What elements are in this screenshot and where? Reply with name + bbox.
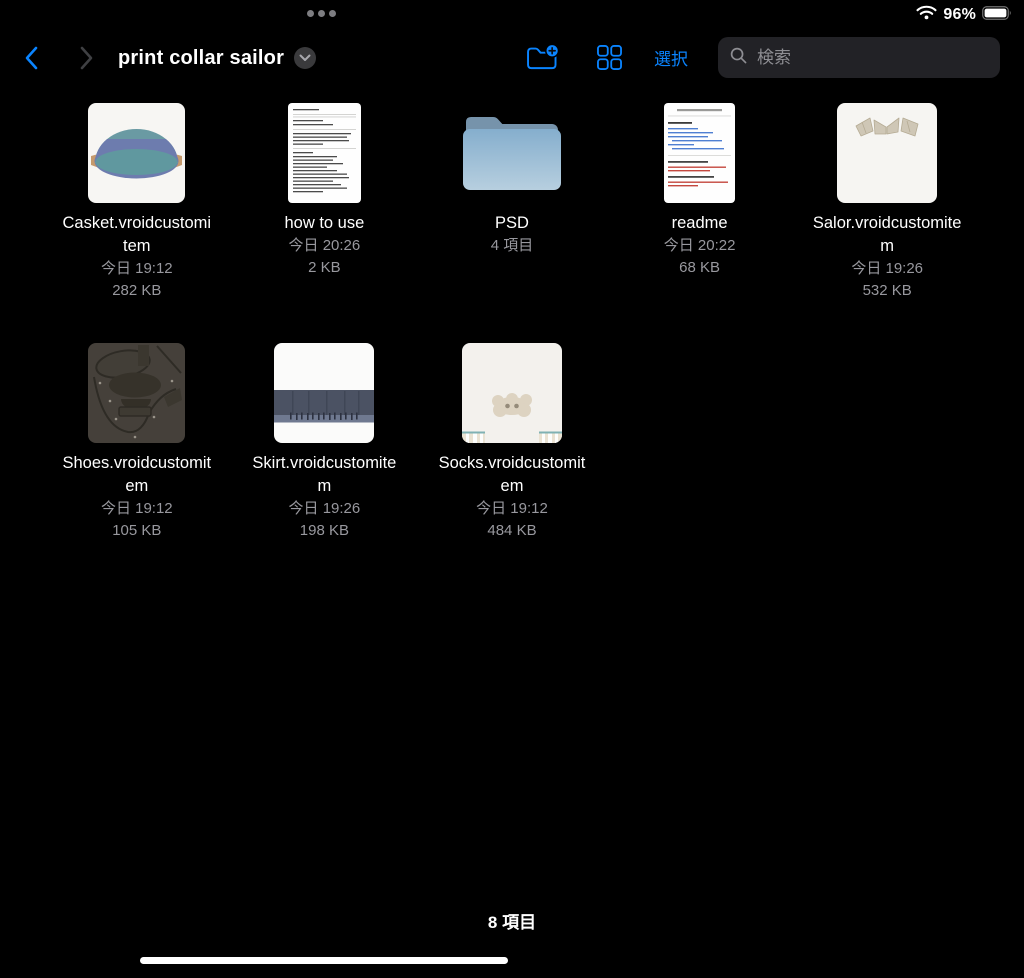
file-date: 今日 20:22 [663, 237, 736, 254]
new-folder-icon [527, 44, 559, 70]
file-date: 今日 19:12 [100, 500, 173, 517]
readme-doc-art [668, 109, 732, 187]
file-name: Skirt.vroidcustomitem [252, 454, 397, 495]
file-item-shoes[interactable]: Shoes.vroidcustomitem 今日 19:12 105 KB [43, 343, 231, 583]
file-size: 484 KB [487, 522, 537, 539]
file-date: 今日 19:26 [851, 260, 924, 277]
file-name: Casket.vroidcustomitem [62, 214, 212, 255]
wifi-icon [916, 5, 937, 25]
text-doc-thumbnail[interactable] [287, 103, 361, 203]
file-name: Shoes.vroidcustomitem [62, 454, 212, 495]
shoes-thumbnail[interactable] [88, 343, 186, 443]
chevron-left-icon [25, 46, 38, 70]
file-size: 282 KB [112, 282, 162, 299]
casket-thumbnail[interactable] [88, 103, 186, 203]
status-bar-right: 96% [916, 5, 1012, 25]
title-menu-button[interactable] [294, 47, 317, 69]
file-item-folder[interactable]: PSD 4 項目 [418, 103, 606, 343]
file-name: Socks.vroidcustomitem [438, 454, 586, 495]
ellipsis-dot-icon [329, 10, 336, 17]
file-name: readme [671, 214, 728, 232]
battery-percent: 96% [943, 6, 976, 23]
file-date: 今日 20:26 [288, 237, 361, 254]
salor-thumbnail[interactable] [837, 103, 938, 203]
socks-art [461, 393, 562, 443]
ellipsis-dot-icon [307, 10, 314, 17]
nav-left-group: print collar sailor [24, 43, 317, 73]
ellipsis-dot-icon [318, 10, 325, 17]
file-size: 68 KB [679, 259, 721, 276]
home-indicator[interactable] [140, 957, 508, 964]
file-item-text-doc[interactable]: how to use 今日 20:26 2 KB [231, 103, 419, 343]
folder-title: print collar sailor [118, 46, 285, 69]
file-size: 198 KB [299, 522, 349, 539]
item-count: 8 項目 [487, 913, 537, 932]
file-name: how to use [284, 214, 365, 232]
skirt-thumbnail[interactable] [274, 343, 375, 443]
nav-right-group: 選択 [526, 37, 1000, 78]
search-field[interactable] [718, 37, 1000, 78]
search-input[interactable] [755, 46, 988, 69]
salor-art [855, 117, 919, 137]
file-date: 今日 19:26 [288, 500, 361, 517]
file-item-skirt[interactable]: Skirt.vroidcustomitem 今日 19:26 198 KB [231, 343, 419, 583]
file-item-socks[interactable]: Socks.vroidcustomitem 今日 19:12 484 KB [418, 343, 606, 583]
socks-thumbnail[interactable] [461, 343, 562, 443]
file-date: 4 項目 [490, 237, 534, 254]
view-toggle-button[interactable] [597, 45, 622, 70]
battery-icon [982, 5, 1012, 25]
text-doc-art [292, 109, 356, 193]
file-size: 2 KB [308, 259, 341, 276]
search-icon [730, 47, 747, 69]
file-size: 105 KB [112, 522, 162, 539]
multitask-indicator[interactable] [307, 10, 336, 17]
skirt-art [274, 390, 375, 423]
file-date: 今日 19:12 [100, 260, 173, 277]
grid-view-icon [597, 45, 622, 70]
folder-thumbnail[interactable] [462, 103, 562, 203]
readme-doc-thumbnail[interactable] [664, 103, 736, 203]
file-item-casket[interactable]: Casket.vroidcustomitem 今日 19:12 282 KB [43, 103, 231, 343]
file-name: Salor.vroidcustomitem [812, 214, 962, 255]
file-item-salor[interactable]: Salor.vroidcustomitem 今日 19:26 532 KB [793, 103, 981, 343]
new-folder-button[interactable] [526, 44, 559, 71]
chevron-right-icon [80, 46, 93, 70]
file-date: 今日 19:12 [476, 500, 548, 517]
forward-button[interactable] [80, 46, 94, 70]
file-grid: Casket.vroidcustomitem 今日 19:12 282 KB h… [43, 103, 981, 583]
file-size: 532 KB [862, 282, 912, 299]
casket-art [91, 129, 183, 179]
folder-icon [462, 117, 561, 190]
shoes-art [93, 345, 183, 439]
back-button[interactable] [24, 46, 38, 70]
select-button[interactable]: 選択 [654, 45, 688, 70]
chevron-down-icon [299, 54, 311, 61]
file-item-readme-doc[interactable]: readme 今日 20:22 68 KB [606, 103, 794, 343]
file-name: PSD [495, 214, 529, 232]
